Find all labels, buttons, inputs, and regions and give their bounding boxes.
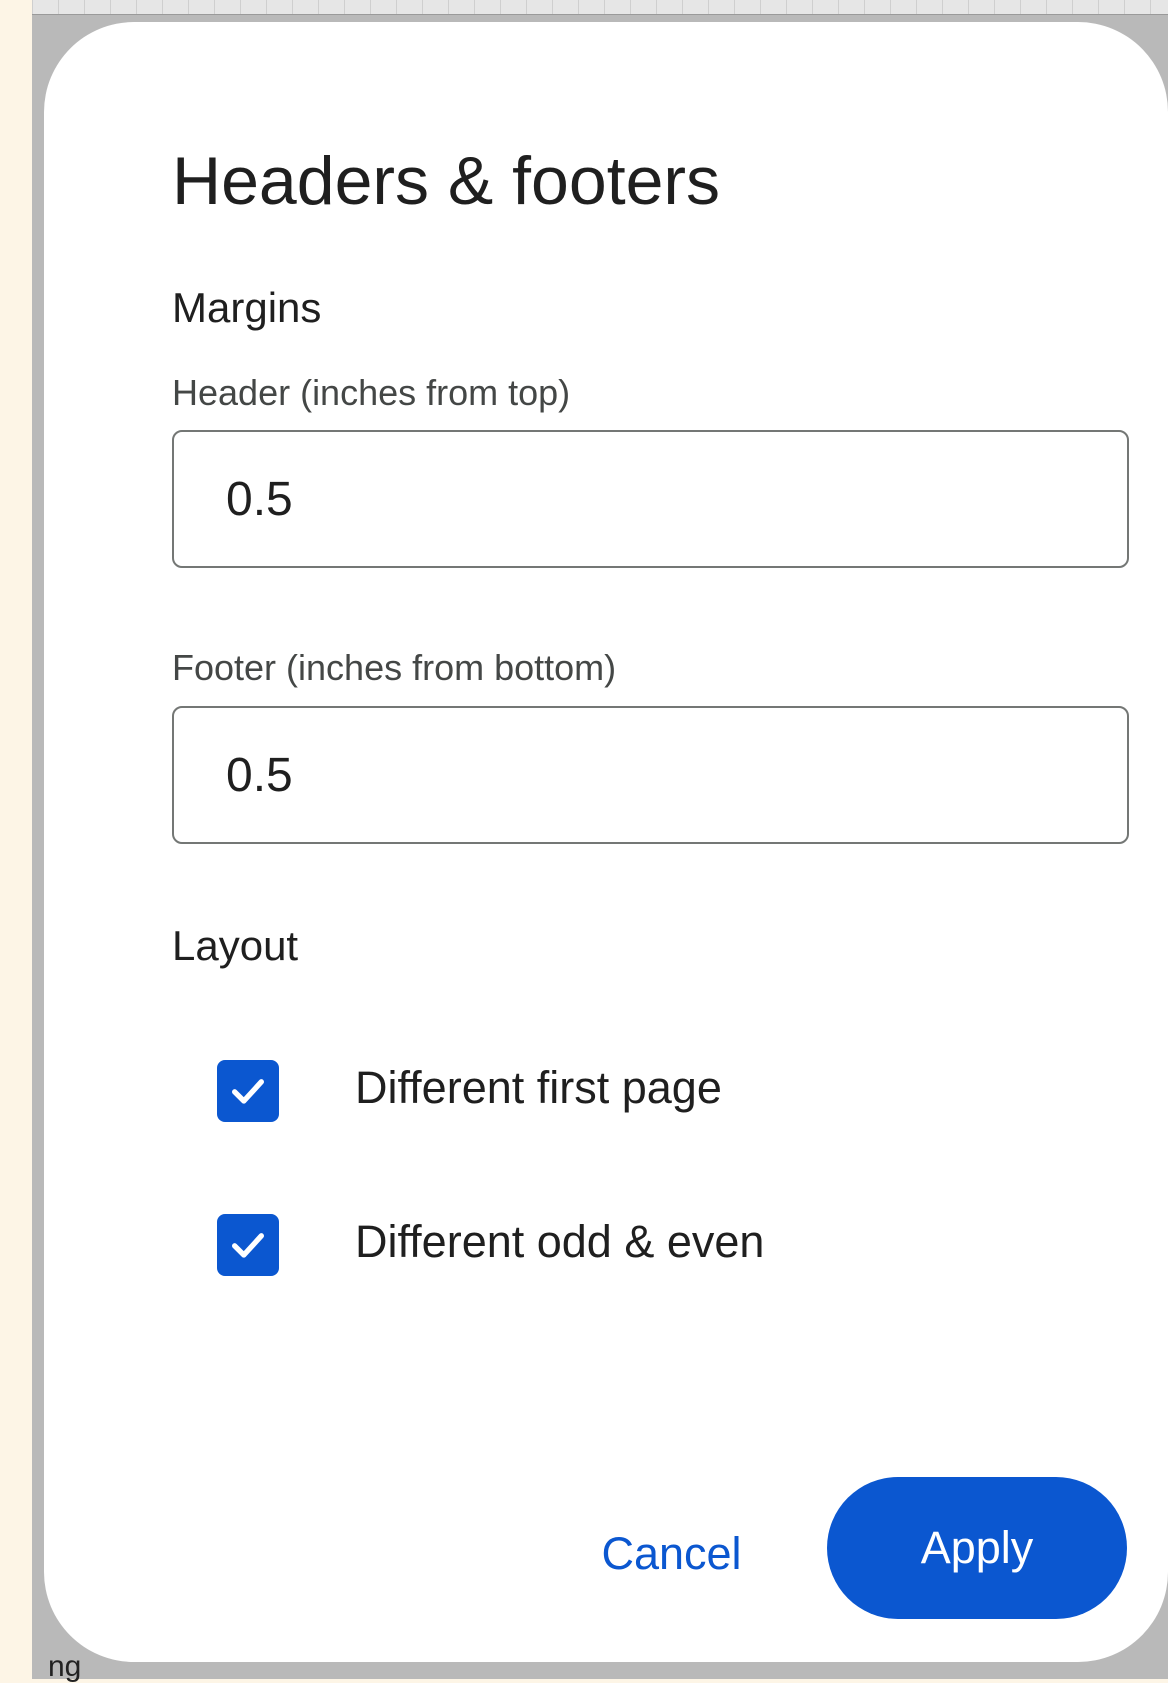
different-odd-even-label: Different odd & even xyxy=(355,1216,765,1267)
different-odd-even-option[interactable]: Different odd & even xyxy=(172,1182,932,1302)
check-icon xyxy=(232,1079,264,1104)
horizontal-ruler xyxy=(32,0,1168,15)
different-odd-even-checkbox[interactable] xyxy=(217,1214,279,1276)
header-margin-input[interactable] xyxy=(172,430,1129,568)
headers-footers-dialog: Headers & footers Margins Header (inches… xyxy=(44,22,1168,1662)
dialog-title: Headers & footers xyxy=(172,143,721,219)
margins-heading: Margins xyxy=(172,284,322,331)
different-first-page-checkbox[interactable] xyxy=(217,1060,279,1122)
cancel-button[interactable]: Cancel xyxy=(584,1510,759,1598)
document-text-fragment: ng xyxy=(48,1650,82,1683)
footer-field-label: Footer (inches from bottom) xyxy=(172,647,617,688)
layout-heading: Layout xyxy=(172,922,299,969)
different-first-page-option[interactable]: Different first page xyxy=(172,1028,932,1148)
different-first-page-label: Different first page xyxy=(355,1062,722,1113)
header-field-label: Header (inches from top) xyxy=(172,372,571,413)
footer-margin-input[interactable] xyxy=(172,706,1129,844)
apply-button[interactable]: Apply xyxy=(827,1477,1127,1619)
check-icon xyxy=(232,1233,264,1258)
